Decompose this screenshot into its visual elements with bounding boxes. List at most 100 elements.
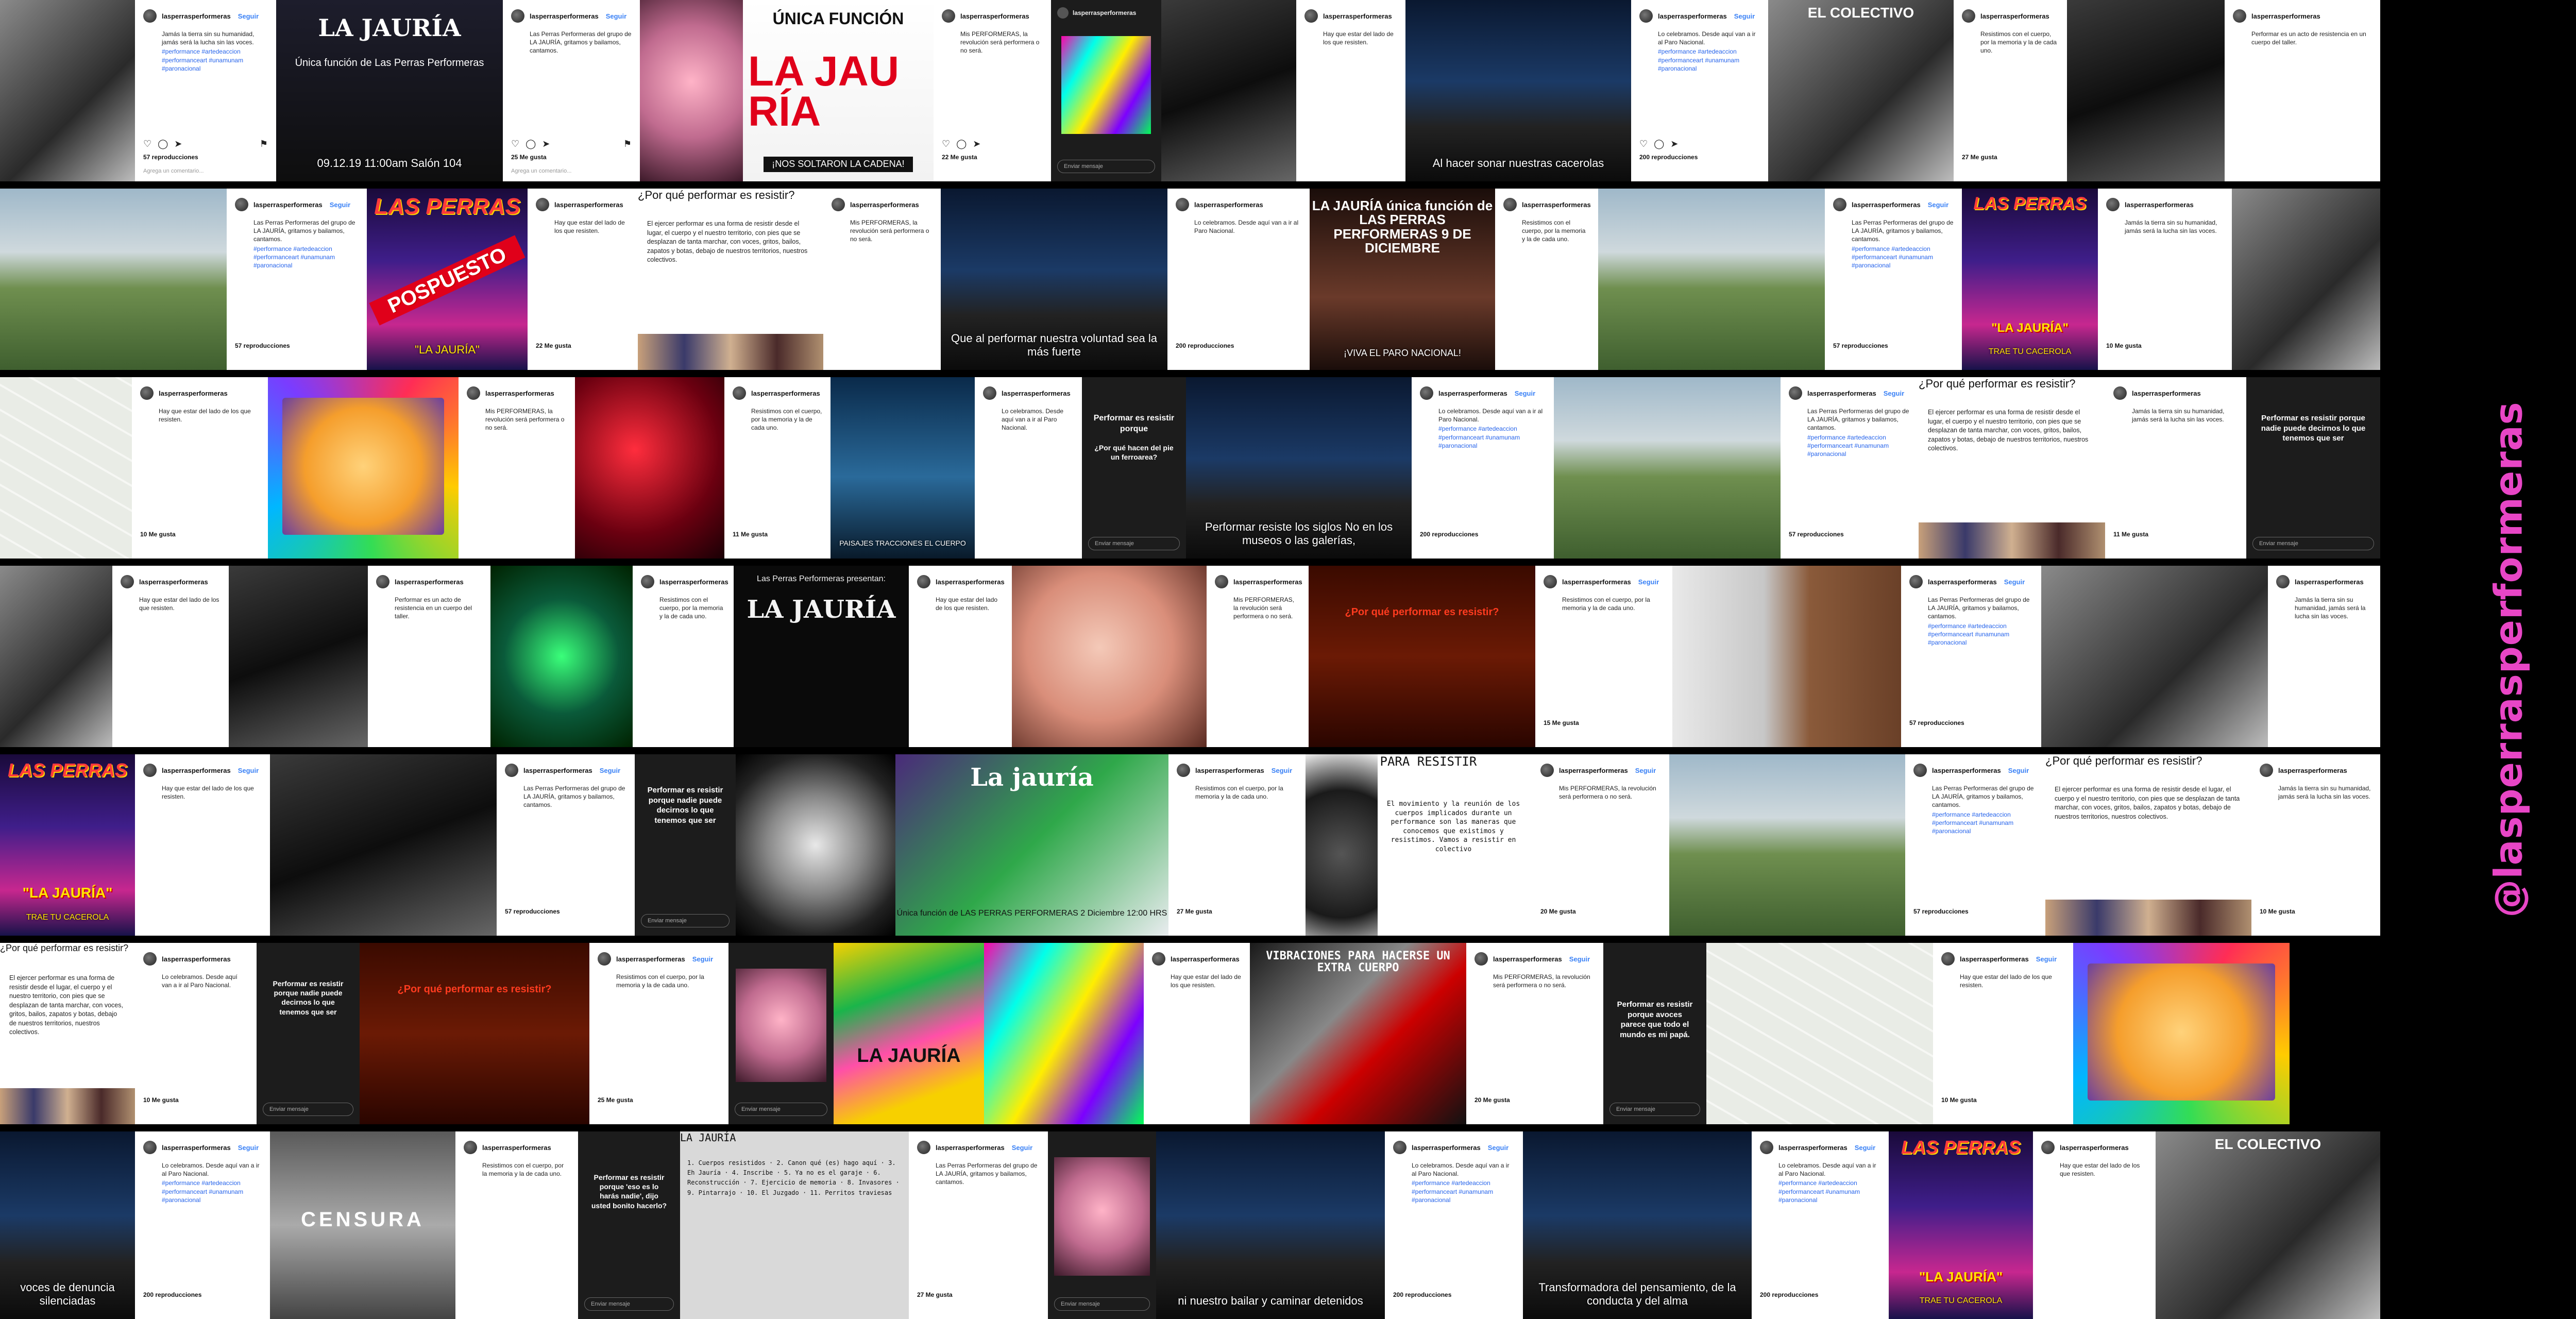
- comment-icon[interactable]: ◯: [158, 139, 168, 149]
- share-icon[interactable]: ➤: [542, 139, 550, 149]
- story-reply-field[interactable]: Enviar mensaje: [263, 1103, 353, 1116]
- post-username[interactable]: lasperrasperformeras: [1194, 201, 1263, 209]
- post-username[interactable]: lasperrasperformeras: [936, 1144, 1005, 1152]
- post-username[interactable]: lasperrasperformeras: [1778, 1144, 1848, 1152]
- post-username[interactable]: lasperrasperformeras: [1980, 12, 2049, 20]
- post-username[interactable]: lasperrasperformeras: [2278, 767, 2347, 774]
- post-username[interactable]: lasperrasperformeras: [530, 12, 599, 20]
- post-username[interactable]: lasperrasperformeras: [1493, 955, 1562, 963]
- follow-button[interactable]: Seguir: [1515, 390, 1535, 397]
- story-reply-field[interactable]: Enviar mensaje: [1054, 1297, 1150, 1311]
- follow-button[interactable]: Seguir: [2008, 767, 2029, 774]
- follow-button[interactable]: Seguir: [330, 201, 350, 209]
- post-username[interactable]: lasperrasperformeras: [482, 1144, 551, 1152]
- post-hashtags[interactable]: #performance #artedeaccion #performancea…: [1752, 1178, 1889, 1204]
- follow-button[interactable]: Seguir: [238, 1144, 259, 1152]
- post-username[interactable]: lasperrasperformeras: [2125, 201, 2194, 209]
- follow-button[interactable]: Seguir: [1928, 201, 1948, 209]
- post-username[interactable]: lasperrasperformeras: [1522, 201, 1591, 209]
- post-username[interactable]: lasperrasperformeras: [1412, 1144, 1481, 1152]
- follow-button[interactable]: Seguir: [1884, 390, 1904, 397]
- post-hashtags[interactable]: #performance #artedeaccion #performancea…: [1825, 244, 1962, 270]
- post-username[interactable]: lasperrasperformeras: [162, 1144, 231, 1152]
- follow-button[interactable]: Seguir: [238, 767, 259, 774]
- post-username[interactable]: lasperrasperformeras: [253, 201, 323, 209]
- bookmark-icon[interactable]: ⚑: [260, 139, 268, 149]
- post-username[interactable]: lasperrasperformeras: [395, 578, 464, 586]
- follow-button[interactable]: Seguir: [1272, 767, 1292, 774]
- follow-button[interactable]: Seguir: [606, 12, 626, 20]
- post-username[interactable]: lasperrasperformeras: [751, 390, 820, 397]
- share-icon[interactable]: ➤: [973, 139, 980, 149]
- share-icon[interactable]: ➤: [174, 139, 182, 149]
- post-username[interactable]: lasperrasperformeras: [2295, 578, 2364, 586]
- post-username[interactable]: lasperrasperformeras: [616, 955, 685, 963]
- post-username[interactable]: lasperrasperformeras: [2132, 390, 2201, 397]
- post-username[interactable]: lasperrasperformeras: [1932, 767, 2001, 774]
- post-username[interactable]: lasperrasperformeras: [1658, 12, 1727, 20]
- post-username[interactable]: lasperrasperformeras: [1195, 767, 1264, 774]
- follow-button[interactable]: Seguir: [1635, 767, 1656, 774]
- post-username[interactable]: lasperrasperformeras: [960, 12, 1029, 20]
- share-icon[interactable]: ➤: [1670, 139, 1678, 149]
- post-username[interactable]: lasperrasperformeras: [139, 578, 208, 586]
- post-username[interactable]: lasperrasperformeras: [1559, 767, 1628, 774]
- follow-button[interactable]: Seguir: [1012, 1144, 1032, 1152]
- post-username[interactable]: lasperrasperformeras: [1960, 955, 2029, 963]
- follow-button[interactable]: Seguir: [238, 12, 259, 20]
- post-username[interactable]: lasperrasperformeras: [523, 767, 592, 774]
- story-reply-field[interactable]: Enviar mensaje: [584, 1297, 674, 1311]
- post-username[interactable]: lasperrasperformeras: [850, 201, 919, 209]
- post-username[interactable]: lasperrasperformeras: [162, 767, 231, 774]
- post-username[interactable]: lasperrasperformeras: [1233, 578, 1302, 586]
- post-hashtags[interactable]: #performance #artedeaccion #performancea…: [1781, 432, 1919, 459]
- post-username[interactable]: lasperrasperformeras: [1562, 578, 1631, 586]
- post-hashtags[interactable]: #performance #artedeaccion #performancea…: [135, 46, 276, 73]
- post-username[interactable]: lasperrasperformeras: [485, 390, 554, 397]
- follow-button[interactable]: Seguir: [1569, 955, 1590, 963]
- heart-icon[interactable]: ♡: [1639, 139, 1648, 149]
- post-hashtags[interactable]: #performance #artedeaccion #performancea…: [227, 244, 367, 270]
- follow-button[interactable]: Seguir: [2004, 578, 2025, 586]
- story-reply-field[interactable]: Enviar mensaje: [2252, 537, 2374, 550]
- post-hashtags[interactable]: #performance #artedeaccion #performancea…: [1901, 621, 2041, 647]
- follow-button[interactable]: Seguir: [1488, 1144, 1509, 1152]
- post-username[interactable]: lasperrasperformeras: [1002, 390, 1071, 397]
- comment-icon[interactable]: ◯: [1654, 139, 1664, 149]
- post-username[interactable]: lasperrasperformeras: [1928, 578, 1997, 586]
- post-username[interactable]: lasperrasperformeras: [554, 201, 623, 209]
- add-comment-field[interactable]: Agrega un comentario...: [511, 168, 571, 174]
- follow-button[interactable]: Seguir: [600, 767, 620, 774]
- story-reply-field[interactable]: Enviar mensaje: [735, 1103, 827, 1116]
- comment-icon[interactable]: ◯: [956, 139, 967, 149]
- post-username[interactable]: lasperrasperformeras: [1852, 201, 1921, 209]
- follow-button[interactable]: Seguir: [1855, 1144, 1875, 1152]
- post-hashtags[interactable]: #performance #artedeaccion #performancea…: [1905, 809, 2045, 836]
- heart-icon[interactable]: ♡: [511, 139, 519, 149]
- heart-icon[interactable]: ♡: [942, 139, 950, 149]
- story-reply-field[interactable]: Enviar mensaje: [641, 914, 730, 927]
- follow-button[interactable]: Seguir: [1734, 12, 1755, 20]
- post-username[interactable]: lasperrasperformeras: [162, 955, 231, 963]
- post-username[interactable]: lasperrasperformeras: [659, 578, 728, 586]
- post-hashtags[interactable]: #performance #artedeaccion #performancea…: [135, 1178, 270, 1204]
- post-hashtags[interactable]: #performance #artedeaccion #performancea…: [1631, 46, 1768, 73]
- follow-button[interactable]: Seguir: [692, 955, 713, 963]
- post-username[interactable]: lasperrasperformeras: [1807, 390, 1876, 397]
- post-username[interactable]: lasperrasperformeras: [2251, 12, 2320, 20]
- follow-button[interactable]: Seguir: [2036, 955, 2057, 963]
- post-username[interactable]: lasperrasperformeras: [162, 12, 231, 20]
- add-comment-field[interactable]: Agrega un comentario...: [143, 168, 204, 174]
- post-username[interactable]: lasperrasperformeras: [159, 390, 228, 397]
- story-reply-field[interactable]: Enviar mensaje: [1057, 160, 1155, 173]
- post-username[interactable]: lasperrasperformeras: [1438, 390, 1507, 397]
- heart-icon[interactable]: ♡: [143, 139, 151, 149]
- story-reply-field[interactable]: Enviar mensaje: [1609, 1103, 1700, 1116]
- post-username[interactable]: lasperrasperformeras: [2060, 1144, 2129, 1152]
- post-username[interactable]: lasperrasperformeras: [1171, 955, 1240, 963]
- post-username[interactable]: lasperrasperformeras: [1323, 12, 1392, 20]
- post-hashtags[interactable]: #performance #artedeaccion #performancea…: [1412, 424, 1554, 450]
- story-username[interactable]: lasperrasperformeras: [1073, 9, 1136, 16]
- story-reply-field[interactable]: Enviar mensaje: [1088, 537, 1180, 550]
- post-hashtags[interactable]: #performance #artedeaccion #performancea…: [1385, 1178, 1523, 1204]
